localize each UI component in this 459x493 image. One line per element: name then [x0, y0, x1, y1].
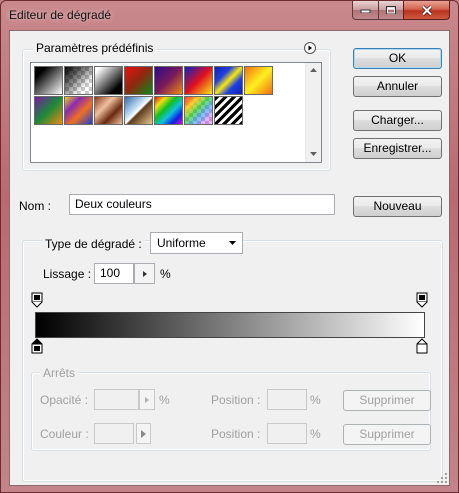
- preset-swatch[interactable]: [64, 66, 93, 95]
- color-position-unit: %: [310, 427, 321, 441]
- preset-swatch[interactable]: [124, 96, 153, 125]
- opacity-unit: %: [159, 393, 170, 407]
- preset-swatch[interactable]: [94, 96, 123, 125]
- presets-list[interactable]: [30, 62, 322, 163]
- preset-swatch[interactable]: [184, 66, 213, 95]
- preset-swatch[interactable]: [184, 96, 213, 125]
- window-title: Editeur de dégradé: [9, 8, 112, 22]
- name-field[interactable]: Deux couleurs: [69, 194, 335, 215]
- name-label: Nom :: [19, 199, 52, 213]
- smoothness-unit: %: [160, 267, 171, 281]
- opacity-label: Opacité :: [40, 393, 89, 407]
- resize-grip-icon[interactable]: [436, 472, 448, 484]
- dialog-client-area: Paramètres prédéfinis OK Annuler Charger…: [9, 30, 450, 486]
- preset-swatch[interactable]: [64, 96, 93, 125]
- preset-swatch[interactable]: [154, 66, 183, 95]
- opacity-position-unit: %: [310, 393, 321, 407]
- play-icon: [308, 45, 312, 51]
- color-position-label: Position :: [211, 427, 261, 441]
- maximize-button[interactable]: [378, 1, 404, 20]
- color-stop-left[interactable]: [31, 338, 43, 357]
- smoothness-input[interactable]: 100: [94, 263, 134, 284]
- color-stop-icon: [31, 338, 43, 354]
- opacity-stop-icon: [31, 292, 43, 308]
- minimize-icon: [360, 9, 371, 13]
- opacity-input[interactable]: [94, 389, 139, 410]
- scroll-up-icon: [310, 68, 317, 72]
- preset-swatch[interactable]: [34, 66, 63, 95]
- stops-label: Arrêts: [40, 366, 79, 380]
- gradient-preview-bar[interactable]: [35, 312, 425, 338]
- color-label: Couleur :: [40, 427, 89, 441]
- new-button[interactable]: Nouveau: [353, 196, 442, 217]
- presets-label: Paramètres prédéfinis: [33, 41, 157, 55]
- title-bar[interactable]: Editeur de dégradé: [1, 1, 458, 29]
- gradient-editor-window: Editeur de dégradé Paramètres prédéfinis: [0, 0, 459, 493]
- color-menu-button[interactable]: [136, 423, 151, 444]
- preset-swatch[interactable]: [124, 66, 153, 95]
- preset-swatch[interactable]: [94, 66, 123, 95]
- gradient-type-select[interactable]: Uniforme: [150, 232, 243, 254]
- preset-swatch[interactable]: [214, 96, 243, 125]
- color-position-input[interactable]: [267, 423, 307, 444]
- cancel-button[interactable]: Annuler: [353, 76, 442, 97]
- close-button[interactable]: [403, 1, 450, 20]
- preset-swatch[interactable]: [34, 96, 63, 125]
- close-icon: [421, 4, 432, 16]
- opacity-slider-button[interactable]: [139, 389, 155, 410]
- smoothness-label: Lissage :: [43, 267, 92, 281]
- presets-menu-button[interactable]: [304, 42, 316, 54]
- gradient-type-label: Type de dégradé :: [42, 237, 145, 251]
- opacity-position-label: Position :: [211, 393, 261, 407]
- delete-color-stop-button[interactable]: Supprimer: [343, 424, 431, 445]
- opacity-stop-right[interactable]: [416, 292, 428, 311]
- opacity-position-input[interactable]: [267, 389, 307, 410]
- smoothness-slider-button[interactable]: [134, 263, 155, 284]
- preset-swatch[interactable]: [154, 96, 183, 125]
- gradient-type-value: Uniforme: [157, 236, 206, 250]
- chevron-down-icon: [229, 241, 236, 245]
- load-button[interactable]: Charger...: [353, 110, 442, 131]
- color-stop-icon: [416, 338, 428, 354]
- scroll-down-icon: [310, 152, 317, 156]
- opacity-stop-left[interactable]: [31, 292, 43, 311]
- color-swatch[interactable]: [94, 423, 134, 444]
- preset-swatch[interactable]: [244, 66, 273, 95]
- preset-swatch[interactable]: [214, 66, 243, 95]
- opacity-stop-icon: [416, 292, 428, 308]
- ok-button[interactable]: OK: [353, 48, 442, 69]
- maximize-icon: [386, 6, 396, 14]
- presets-scrollbar[interactable]: [305, 63, 321, 162]
- triangle-right-icon: [142, 270, 147, 277]
- delete-opacity-stop-button[interactable]: Supprimer: [343, 390, 431, 411]
- color-stop-right[interactable]: [416, 338, 428, 357]
- triangle-right-icon: [141, 429, 146, 438]
- save-button[interactable]: Enregistrer...: [353, 138, 442, 159]
- minimize-button[interactable]: [352, 1, 379, 20]
- triangle-right-icon: [145, 396, 149, 403]
